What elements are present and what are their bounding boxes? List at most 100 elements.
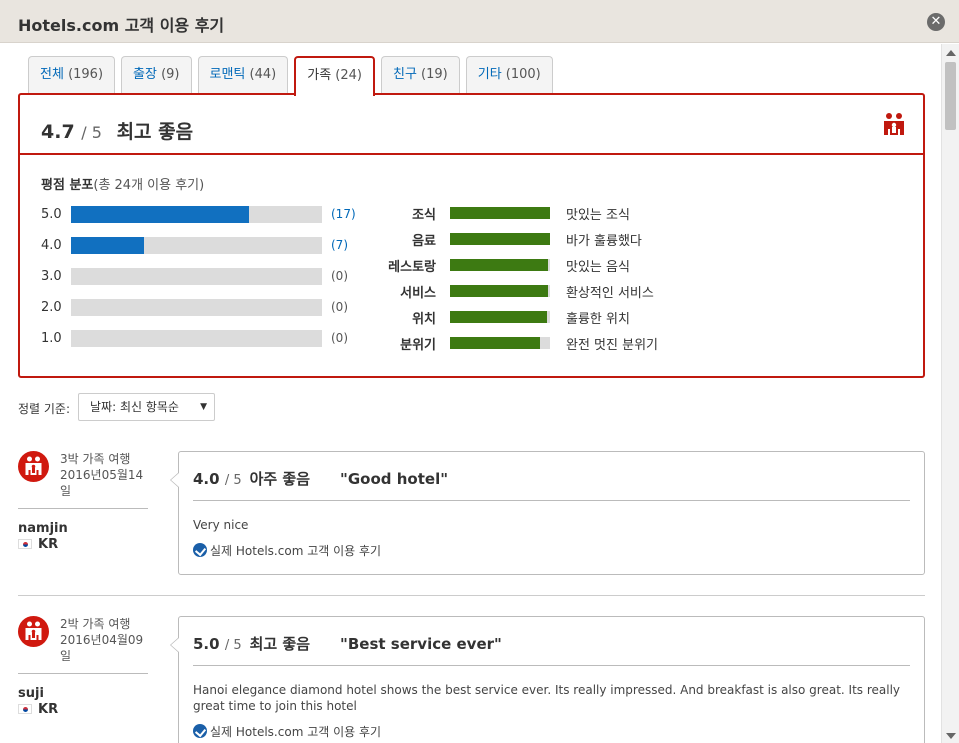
rating-distribution-bar	[71, 299, 322, 316]
overall-score: 4.7 / 5 최고 좋음	[41, 121, 194, 143]
rating-count: (0)	[331, 331, 348, 345]
category-description: 바가 훌륭했다	[566, 234, 642, 249]
reviewer-divider	[18, 673, 148, 674]
tab-friends[interactable]: 친구 (19)	[380, 56, 460, 93]
dialog-title: Hotels.com 고객 이용 후기	[18, 16, 225, 35]
verified-review-badge: 실제 Hotels.com 고객 이용 후기	[193, 542, 381, 559]
category-rating-row: 위치 훌륭한 위치	[360, 307, 690, 327]
review-card: 4.0 / 5 아주 좋음 "Good hotel" Very nice 실제 Hote…	[170, 451, 925, 575]
rating-distribution-row: 3.0 (0)	[41, 267, 381, 285]
category-rating-fill	[450, 337, 540, 349]
category-rating-row: 분위기 완전 멋진 분위기	[360, 333, 690, 353]
rating-level-label: 5.0	[41, 207, 62, 222]
review-heading-divider	[193, 665, 910, 666]
review-heading-divider	[193, 500, 910, 501]
rating-count: (0)	[331, 269, 348, 283]
tab-all[interactable]: 전체 (196)	[28, 56, 116, 93]
review-body: Hanoi elegance diamond hotel shows the b…	[193, 683, 901, 713]
category-description: 맛있는 조식	[566, 208, 630, 223]
trip-type-tabs: 전체 (196) 출장 (9) 로맨틱 (44) 가족 (24) 친구 (19)…	[28, 56, 559, 96]
rating-level-label: 2.0	[41, 300, 62, 315]
category-rating-bar	[450, 337, 550, 349]
reviewer-country: KR	[18, 702, 58, 717]
review-score: 5.0	[193, 635, 220, 653]
sort-select[interactable]: 날짜: 최신 항목순 ▼	[78, 393, 215, 421]
category-rating-bar	[450, 259, 550, 271]
tab-business[interactable]: 출장 (9)	[121, 56, 192, 93]
category-rating-fill	[450, 207, 550, 219]
scroll-down-icon[interactable]	[946, 733, 956, 739]
tab-other[interactable]: 기타 (100)	[465, 56, 553, 93]
category-name: 서비스	[400, 286, 436, 301]
rating-distribution-row: 5.0 (17)	[41, 205, 381, 223]
rating-summary-panel: 4.7 / 5 최고 좋음 평점 분포(총 24개 이용 후기) 5.0 (17)…	[18, 93, 925, 378]
category-rating-bar	[450, 285, 550, 297]
rating-count[interactable]: (7)	[331, 238, 348, 252]
reviewer-name: namjin	[18, 521, 68, 536]
category-description: 훌륭한 위치	[566, 312, 630, 327]
review-title: "Good hotel"	[340, 470, 449, 488]
rating-distribution-bar	[71, 330, 322, 347]
korea-flag-icon	[18, 539, 32, 549]
trip-info: 2박 가족 여행 2016년04월09일	[60, 616, 150, 664]
dialog-content: 전체 (196) 출장 (9) 로맨틱 (44) 가족 (24) 친구 (19)…	[0, 44, 941, 743]
category-description: 완전 멋진 분위기	[566, 338, 658, 353]
scrollbar[interactable]	[941, 44, 959, 743]
rating-distribution-bar	[71, 237, 322, 254]
review-rating-word: 최고 좋음	[249, 635, 311, 653]
close-icon[interactable]: ✕	[927, 13, 945, 31]
trip-type: 3박 가족 여행	[60, 452, 131, 466]
review-divider	[18, 595, 925, 596]
verified-review-badge: 실제 Hotels.com 고객 이용 후기	[193, 723, 381, 740]
family-trip-icon	[18, 451, 49, 482]
rating-level-label: 1.0	[41, 331, 62, 346]
rating-distribution-bar	[71, 268, 322, 285]
category-name: 위치	[412, 312, 436, 327]
distribution-title: 평점 분포(총 24개 이용 후기)	[41, 178, 205, 193]
category-rating-row: 레스토랑 맛있는 음식	[360, 255, 690, 275]
category-rating-fill	[450, 285, 548, 297]
rating-distribution-row: 1.0 (0)	[41, 329, 381, 347]
rating-level-label: 4.0	[41, 238, 62, 253]
rating-summary-header: 4.7 / 5 최고 좋음	[20, 95, 923, 155]
review-title: "Best service ever"	[340, 635, 502, 653]
rating-level-label: 3.0	[41, 269, 62, 284]
review-card: 5.0 / 5 최고 좋음 "Best service ever" Hanoi ele…	[170, 616, 925, 743]
verified-icon	[193, 543, 207, 557]
reviewer-divider	[18, 508, 148, 509]
scrollbar-thumb[interactable]	[945, 62, 956, 130]
rating-distribution-row: 2.0 (0)	[41, 298, 381, 316]
category-name: 조식	[412, 208, 436, 223]
dialog-titlebar: Hotels.com 고객 이용 후기 ✕	[0, 0, 959, 43]
category-rating-row: 서비스 환상적인 서비스	[360, 281, 690, 301]
category-rating-bar	[450, 207, 550, 219]
rating-distribution-row: 4.0 (7)	[41, 236, 381, 254]
category-rating-fill	[450, 259, 548, 271]
category-rating-fill	[450, 233, 550, 245]
category-name: 분위기	[400, 338, 436, 353]
rating-distribution-fill	[71, 206, 249, 223]
review-rating-word: 아주 좋음	[249, 470, 311, 488]
trip-type: 2박 가족 여행	[60, 617, 131, 631]
family-trip-icon	[18, 616, 49, 647]
rating-count: (0)	[331, 300, 348, 314]
category-name: 음료	[412, 234, 436, 249]
verified-icon	[193, 724, 207, 738]
category-name: 레스토랑	[388, 260, 436, 275]
review-heading: 4.0 / 5 아주 좋음 "Good hotel"	[193, 470, 449, 488]
review-body: Very nice	[193, 518, 249, 532]
category-rating-row: 음료 바가 훌륭했다	[360, 229, 690, 249]
rating-count[interactable]: (17)	[331, 207, 356, 221]
review-heading: 5.0 / 5 최고 좋음 "Best service ever"	[193, 635, 502, 653]
review-score: 4.0	[193, 470, 220, 488]
tab-family[interactable]: 가족 (24)	[294, 56, 375, 96]
reviewer-country: KR	[18, 537, 58, 552]
category-rating-row: 조식 맛있는 조식	[360, 203, 690, 223]
korea-flag-icon	[18, 704, 32, 714]
tab-romantic[interactable]: 로맨틱 (44)	[197, 56, 289, 93]
rating-distribution-fill	[71, 237, 145, 254]
scroll-up-icon[interactable]	[946, 50, 956, 56]
category-rating-bar	[450, 311, 550, 323]
review-date: 2016년05월14일	[60, 468, 144, 498]
reviewer-name: suji	[18, 686, 44, 701]
